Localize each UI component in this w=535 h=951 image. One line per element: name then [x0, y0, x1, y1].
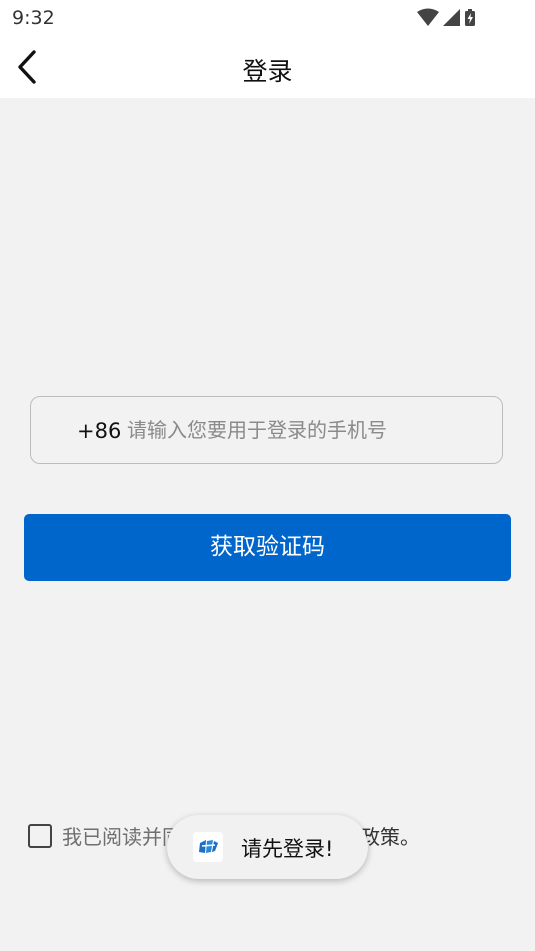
status-icons	[417, 8, 475, 26]
status-bar: 9:32	[0, 0, 535, 36]
agreement-text-end: 政策。	[360, 825, 420, 849]
agreement-text[interactable]: 我已阅读并同 政策。	[62, 821, 420, 850]
toast: 请先登录!	[167, 815, 368, 879]
toast-message: 请先登录!	[241, 837, 334, 861]
agreement-checkbox[interactable]	[28, 824, 52, 848]
page-title: 登录	[242, 57, 293, 86]
phone-number-input[interactable]	[127, 411, 487, 449]
app-bar: 登录	[0, 36, 535, 98]
battery-icon	[465, 9, 475, 26]
app-logo-icon	[193, 832, 223, 862]
status-time: 9:32	[12, 7, 55, 29]
get-verification-code-button[interactable]: 获取验证码	[24, 514, 511, 581]
agreement-text-start: 我已阅读并同	[62, 825, 182, 849]
signal-icon	[443, 9, 460, 26]
phone-input-container[interactable]: +86	[30, 396, 503, 464]
country-code[interactable]: +86	[77, 419, 121, 443]
wifi-icon	[417, 8, 439, 26]
